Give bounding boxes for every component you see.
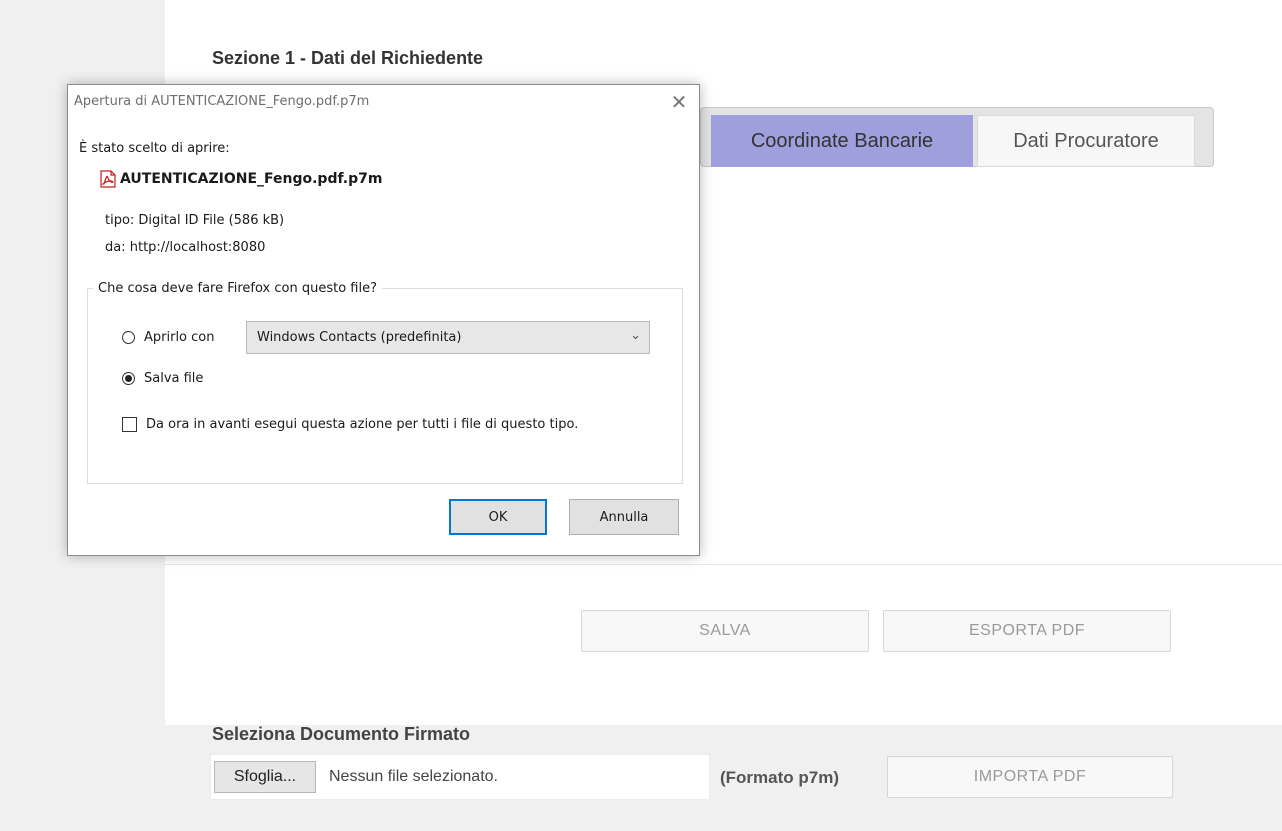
tab-dati-procuratore[interactable]: Dati Procuratore (977, 115, 1195, 167)
chevron-down-icon: ⌄ (630, 328, 641, 343)
action-groupbox (87, 288, 683, 484)
importa-pdf-button[interactable]: IMPORTA PDF (887, 756, 1173, 798)
dialog-file-name: AUTENTICAZIONE_Fengo.pdf.p7m (120, 171, 383, 187)
divider (165, 564, 1282, 565)
file-input[interactable]: Sfoglia... Nessun file selezionato. (210, 754, 710, 800)
action-question: Che cosa deve fare Firefox con questo fi… (93, 281, 382, 296)
remember-checkbox[interactable] (122, 417, 137, 432)
select-document-label: Seleziona Documento Firmato (212, 724, 471, 744)
file-status-text: Nessun file selezionato. (329, 768, 498, 785)
pdf-file-icon (100, 170, 116, 188)
tab-coordinate-bancarie[interactable]: Coordinate Bancarie (711, 115, 973, 167)
dialog-title: Apertura di AUTENTICAZIONE_Fengo.pdf.p7m (74, 94, 370, 109)
save-file-radio[interactable] (122, 372, 135, 385)
open-with-select[interactable]: Windows Contacts (predefinita) ⌄ (246, 321, 650, 354)
browse-button[interactable]: Sfoglia... (214, 761, 316, 793)
remember-label[interactable]: Da ora in avanti esegui questa azione pe… (146, 417, 578, 432)
section-title: Sezione 1 - Dati del Richiedente (212, 48, 484, 68)
file-source-line: da: http://localhost:8080 (105, 240, 266, 255)
open-file-dialog: Apertura di AUTENTICAZIONE_Fengo.pdf.p7m… (67, 84, 700, 556)
save-file-label[interactable]: Salva file (144, 371, 203, 386)
ok-button[interactable]: OK (449, 499, 547, 535)
close-icon[interactable]: ✕ (665, 88, 693, 116)
salva-button[interactable]: SALVA (581, 610, 869, 652)
esporta-pdf-button[interactable]: ESPORTA PDF (883, 610, 1171, 652)
open-with-label[interactable]: Aprirlo con (144, 330, 214, 345)
format-hint: (Formato p7m) (720, 768, 839, 787)
tab-bar: Coordinate Bancarie Dati Procuratore (700, 107, 1214, 167)
cancel-button[interactable]: Annulla (569, 499, 679, 535)
dialog-intro: È stato scelto di aprire: (79, 141, 230, 156)
file-type-line: tipo: Digital ID File (586 kB) (105, 213, 285, 228)
open-with-radio[interactable] (122, 331, 135, 344)
open-with-value: Windows Contacts (predefinita) (257, 330, 462, 345)
